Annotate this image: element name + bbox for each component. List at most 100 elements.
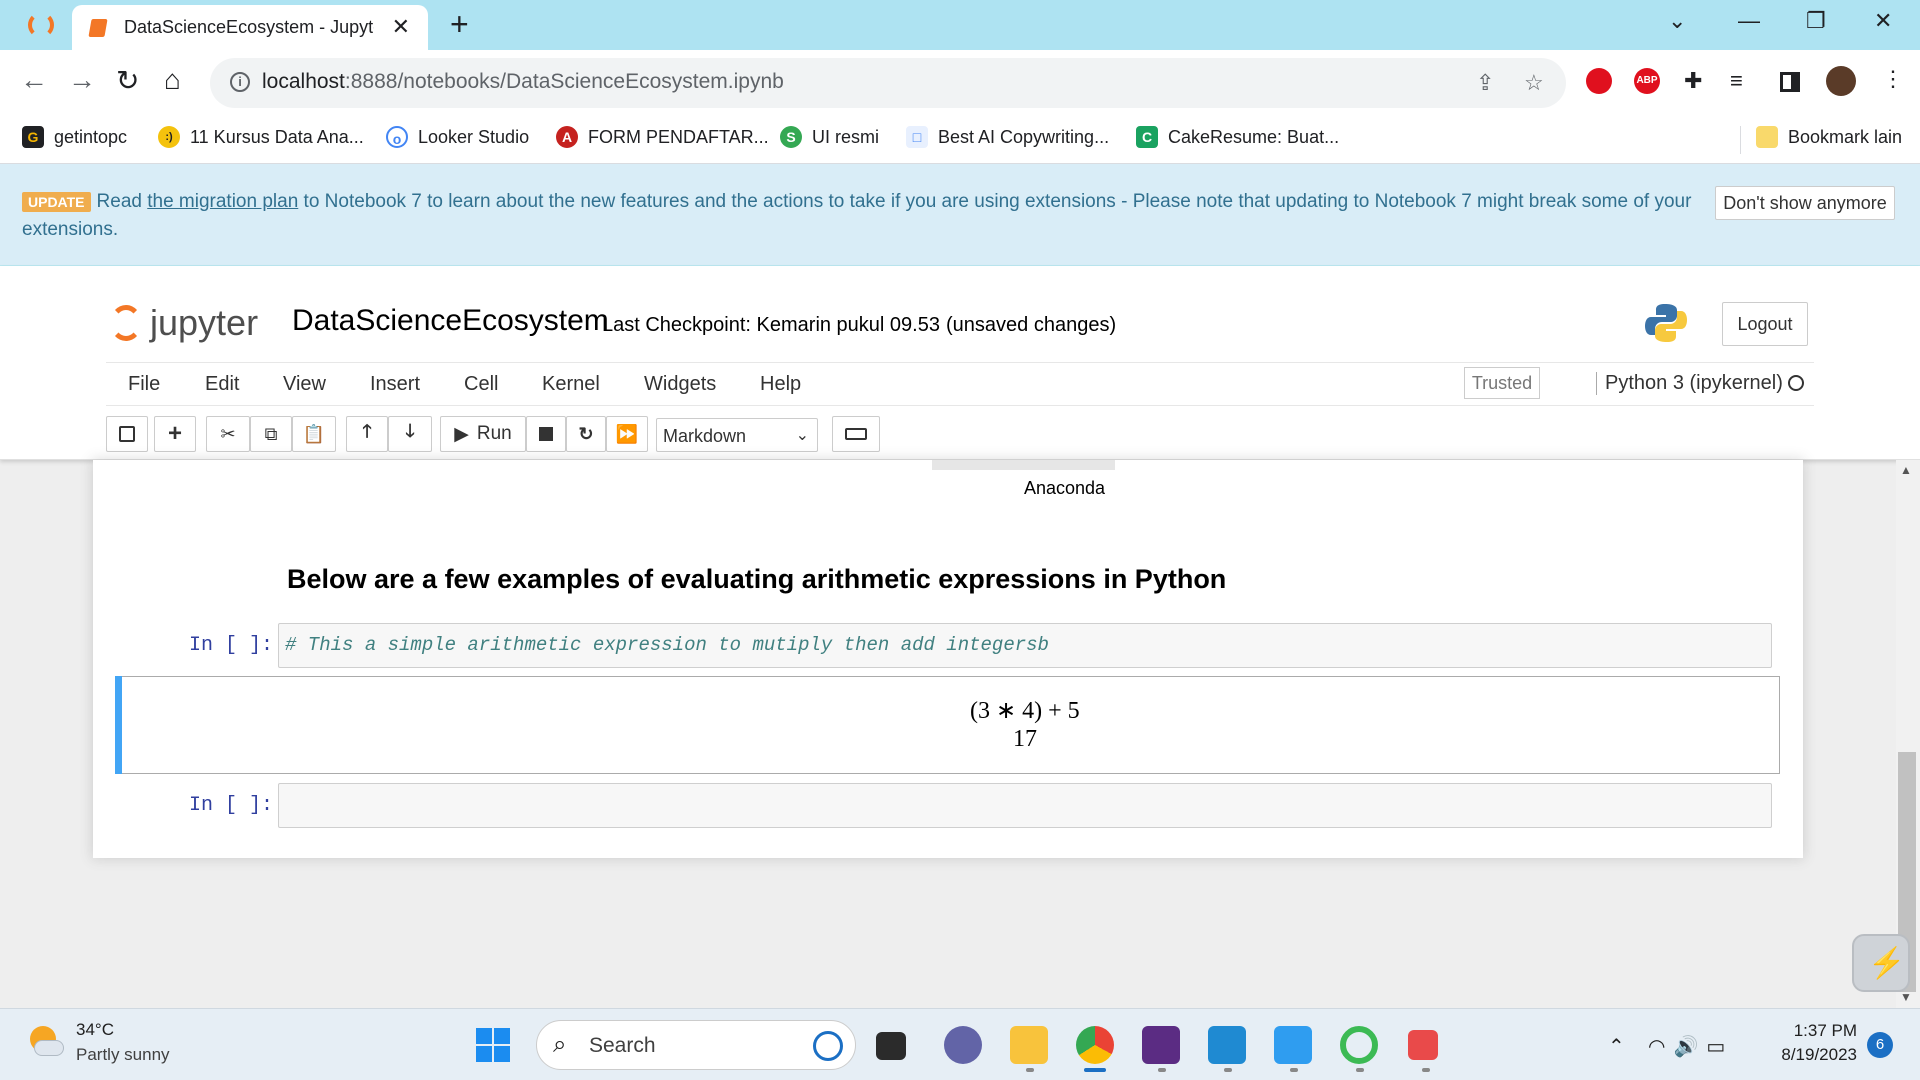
interrupt-button[interactable]	[526, 416, 566, 452]
taskbar-date[interactable]: 8/19/2023	[1760, 1045, 1857, 1065]
vscode-icon[interactable]	[1208, 1026, 1246, 1064]
logout-button[interactable]: Logout	[1722, 302, 1808, 346]
tab-close-icon[interactable]: ✕	[392, 14, 410, 40]
browser-tab-active[interactable]: DataScienceEcosystem - Jupyter N ✕	[72, 5, 428, 50]
side-panel-icon[interactable]	[1780, 72, 1800, 92]
save-button[interactable]	[106, 416, 148, 452]
file-explorer-icon[interactable]	[1010, 1026, 1048, 1064]
reading-list-icon[interactable]: ≡	[1730, 68, 1743, 94]
new-tab-button[interactable]: +	[450, 6, 469, 43]
menu-kernel[interactable]: Kernel	[542, 373, 600, 396]
back-icon[interactable]: ←	[20, 64, 48, 96]
menu-edit[interactable]: Edit	[205, 373, 239, 396]
cell-selection-bar	[115, 676, 122, 774]
taskbar-search[interactable]: ⌕ Search	[536, 1020, 856, 1070]
menu-view[interactable]: View	[283, 373, 326, 396]
python-logo-icon	[1645, 304, 1687, 342]
bookmark-best-ai-copywriting[interactable]: □ Best AI Copywriting...	[906, 126, 1109, 148]
profile-avatar[interactable]	[1826, 66, 1856, 96]
restore-icon[interactable]: ❐	[1806, 8, 1826, 34]
stop-icon	[539, 427, 553, 441]
address-bar[interactable]: i localhost:8888/notebooks/DataScienceEc…	[210, 58, 1566, 108]
extensions-puzzle-icon[interactable]: ✚	[1684, 68, 1702, 94]
form-icon: A	[556, 126, 578, 148]
chrome-icon[interactable]	[1076, 1026, 1114, 1064]
jupyter-logo[interactable]: jupyter	[110, 302, 258, 344]
tab-list-chevron-icon[interactable]: ⌄	[1668, 8, 1686, 34]
tab-search-icon[interactable]	[28, 12, 54, 38]
lightning-icon: ⚡	[1868, 947, 1906, 980]
jupyter-logo-icon	[110, 305, 142, 341]
reload-icon[interactable]: ↻	[116, 64, 139, 97]
save-icon	[119, 426, 135, 442]
folder-icon	[1756, 126, 1778, 148]
partly-sunny-icon[interactable]	[26, 1022, 66, 1062]
kernel-name[interactable]: Python 3 (ipykernel)	[1596, 372, 1783, 395]
selected-markdown-cell[interactable]	[115, 676, 1780, 774]
bookmark-looker-studio[interactable]: o Looker Studio	[386, 126, 529, 148]
scroll-up-icon[interactable]: ▲	[1900, 463, 1912, 477]
notepad-icon[interactable]	[1274, 1026, 1312, 1064]
copy-button[interactable]: ⧉	[250, 416, 292, 452]
browser-menu-icon[interactable]: ⋮	[1882, 66, 1904, 92]
window-close-icon[interactable]: ✕	[1874, 8, 1892, 34]
bookmark-ui-resmi[interactable]: S UI resmi	[780, 126, 879, 148]
dont-show-anymore-button[interactable]: Don't show anymore	[1715, 186, 1895, 220]
insert-cell-button[interactable]: +	[154, 416, 196, 452]
bookmark-getintopc[interactable]: G getintopc	[22, 126, 127, 148]
play-icon: ▶	[454, 423, 469, 445]
show-hidden-icons-icon[interactable]: ⌃	[1608, 1034, 1625, 1059]
url-text[interactable]: localhost:8888/notebooks/DataScienceEcos…	[262, 70, 784, 94]
floating-widget-button[interactable]: ⚡	[1852, 934, 1910, 992]
menu-file[interactable]: File	[128, 373, 160, 396]
other-bookmarks[interactable]: Bookmark lain	[1756, 126, 1902, 148]
snipping-tool-icon[interactable]	[1408, 1030, 1438, 1060]
taskbar-time[interactable]: 1:37 PM	[1773, 1021, 1857, 1041]
code-cell-input[interactable]: # This a simple arithmetic expression to…	[278, 623, 1772, 668]
move-down-button[interactable]: 🡓	[388, 416, 432, 452]
bookmark-star-icon[interactable]: ☆	[1524, 70, 1544, 96]
task-view-icon[interactable]	[876, 1032, 906, 1060]
arrow-down-icon: 🡓	[405, 421, 415, 441]
menu-insert[interactable]: Insert	[370, 373, 420, 396]
green-ring-app-icon[interactable]	[1340, 1026, 1378, 1064]
wifi-icon: ◠	[1648, 1036, 1674, 1058]
weather-temperature[interactable]: 34°C	[76, 1020, 114, 1040]
restart-run-all-button[interactable]: ⏩	[606, 416, 648, 452]
cut-button[interactable]: ✂	[206, 416, 250, 452]
empty-code-cell-input[interactable]	[278, 783, 1772, 828]
trusted-indicator[interactable]: Trusted	[1464, 367, 1540, 399]
cell-type-select[interactable]: Markdown ⌄	[656, 418, 818, 452]
opera-extension-icon[interactable]	[1586, 68, 1612, 94]
system-tray[interactable]: ◠🔊▭	[1648, 1034, 1733, 1059]
site-info-icon[interactable]: i	[230, 72, 250, 92]
bookmark-cakeresume[interactable]: C CakeResume: Buat...	[1136, 126, 1339, 148]
forward-icon[interactable]: →	[68, 64, 96, 96]
minimize-icon[interactable]: —	[1738, 8, 1760, 34]
bookmark-kursus-data[interactable]: :) 11 Kursus Data Ana...	[158, 126, 364, 148]
pdf-app-icon[interactable]	[1142, 1026, 1180, 1064]
scroll-down-icon[interactable]: ▼	[1900, 990, 1912, 1004]
adblock-extension-icon[interactable]: ABP	[1634, 68, 1660, 94]
teams-chat-icon[interactable]	[944, 1026, 982, 1064]
bookmark-form-pendaftaran[interactable]: A FORM PENDAFTAR...	[556, 126, 769, 148]
command-palette-button[interactable]	[832, 416, 880, 452]
share-icon[interactable]: ⇪	[1476, 70, 1494, 96]
bing-icon[interactable]	[813, 1031, 843, 1061]
weather-condition[interactable]: Partly sunny	[76, 1045, 170, 1065]
restart-button[interactable]: ↻	[566, 416, 606, 452]
menu-help[interactable]: Help	[760, 373, 801, 396]
menu-cell[interactable]: Cell	[464, 373, 498, 396]
update-message: UPDATE Read the migration plan to Noteboo…	[22, 191, 1692, 240]
migration-plan-link[interactable]: the migration plan	[147, 191, 298, 212]
notebook-name[interactable]: DataScienceEcosystem	[292, 304, 609, 338]
home-icon[interactable]: ⌂	[164, 64, 181, 96]
tab-title: DataScienceEcosystem - Jupyter N	[124, 17, 374, 37]
move-up-button[interactable]: 🡑	[346, 416, 388, 452]
notification-badge[interactable]: 6	[1867, 1032, 1893, 1058]
windows-start-icon[interactable]	[476, 1028, 510, 1062]
paste-button[interactable]: 📋	[292, 416, 336, 452]
chevron-down-icon: ⌄	[795, 427, 809, 444]
run-button[interactable]: ▶ Run	[440, 416, 526, 452]
menu-widgets[interactable]: Widgets	[644, 373, 716, 396]
